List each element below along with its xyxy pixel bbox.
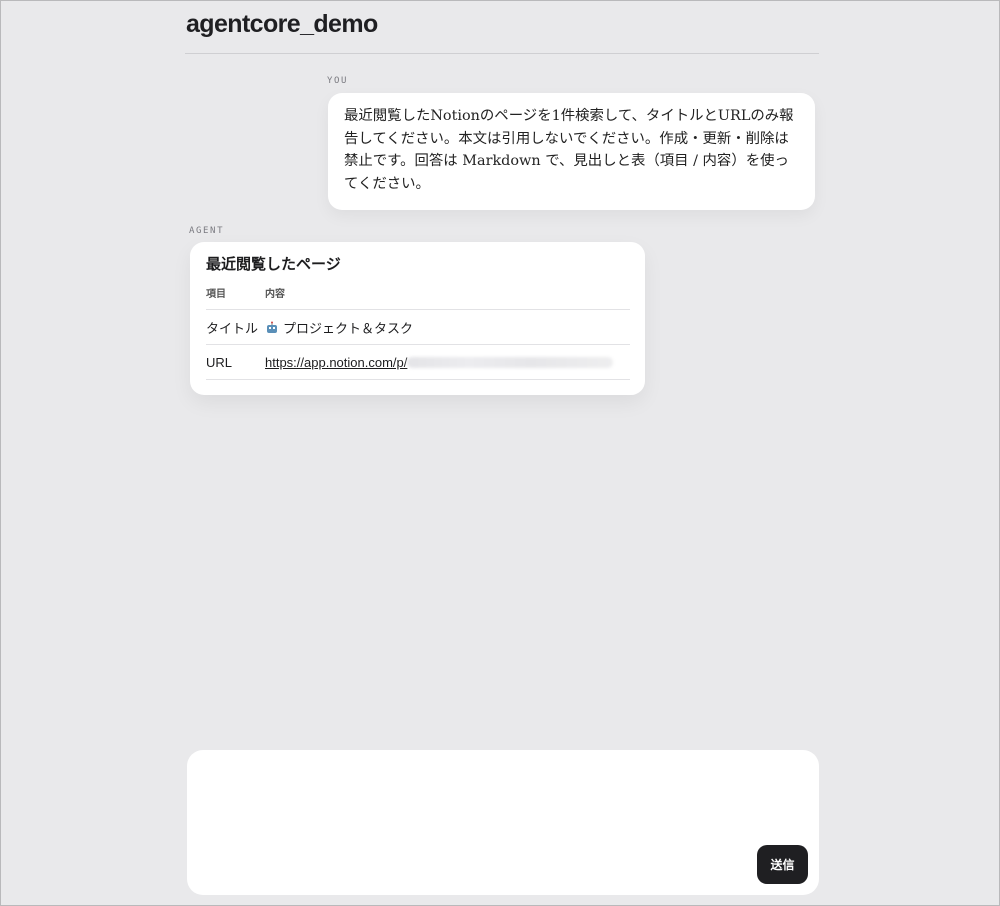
- table-header-item: 項目: [206, 285, 265, 310]
- message-composer[interactable]: 送信: [187, 750, 819, 895]
- user-message: 最近閲覧したNotionのページを1件検索して、タイトルとURLのみ報告してくだ…: [328, 93, 815, 210]
- row-value-title: プロジェクト＆タスク: [265, 309, 630, 345]
- table-row: タイトル プロジェクト＆タスク: [206, 309, 630, 345]
- agent-heading: 最近閲覧したページ: [206, 256, 341, 273]
- you-role-label: YOU: [327, 76, 349, 86]
- result-table: 項目 内容 タイトル プロジェクト＆タスク URL https://app.no…: [206, 285, 630, 380]
- user-message-text: 最近閲覧したNotionのページを1件検索して、タイトルとURLのみ報告してくだ…: [344, 108, 794, 192]
- table-header-content: 内容: [265, 285, 630, 310]
- row-label-url: URL: [206, 344, 265, 380]
- app-title: agentcore_demo: [186, 10, 378, 38]
- agent-role-label: AGENT: [189, 226, 225, 236]
- app-header: agentcore_demo: [185, 1, 819, 54]
- page-title-text: プロジェクト＆タスク: [283, 320, 414, 336]
- row-label-title: タイトル: [206, 309, 265, 345]
- table-header-row: 項目 内容: [206, 285, 630, 310]
- redacted-url-segment: [407, 356, 614, 368]
- table-row: URL https://app.notion.com/p/: [206, 344, 630, 380]
- page-url-link[interactable]: https://app.notion.com/p/: [265, 355, 407, 370]
- row-value-url: https://app.notion.com/p/: [265, 344, 630, 380]
- robot-icon: [265, 321, 279, 335]
- agent-message: 最近閲覧したページ 項目 内容 タイトル プロジェクト＆タスク URL http…: [190, 242, 645, 395]
- send-button[interactable]: 送信: [757, 845, 808, 884]
